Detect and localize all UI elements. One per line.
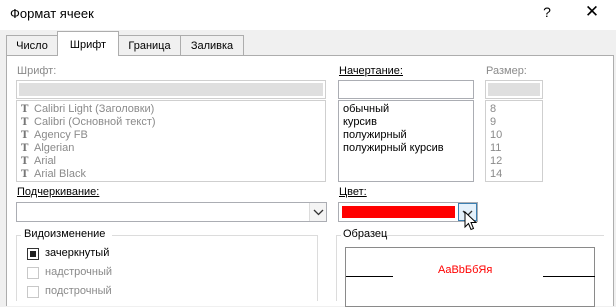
list-item[interactable]: курсив — [339, 116, 473, 129]
subscript-label[interactable]: подстрочный — [45, 285, 112, 297]
help-icon[interactable]: ? — [539, 4, 555, 20]
color-label: Цвет: — [339, 186, 367, 198]
preview-baseline — [346, 276, 393, 277]
style-list[interactable]: обычный курсив полужирный полужирный кур… — [338, 100, 474, 182]
list-item[interactable]: 12 — [486, 155, 542, 168]
color-swatch — [342, 206, 455, 218]
preview-baseline — [543, 276, 595, 277]
font-input[interactable] — [16, 80, 326, 99]
truetype-font-icon: T — [21, 143, 29, 154]
style-label: Начертание: — [339, 65, 403, 77]
indeterminate-mark — [30, 251, 36, 257]
preview-text: AaBbБбЯя — [438, 264, 493, 276]
tab-fill[interactable]: Заливка — [180, 35, 244, 55]
title-bar: Формат ячеек ? ✕ — [0, 0, 616, 30]
mouse-cursor-icon — [464, 211, 478, 231]
tab-border[interactable]: Граница — [118, 35, 181, 55]
effects-group-title: Видоизменение — [24, 228, 106, 240]
list-item[interactable]: 9 — [486, 116, 542, 129]
list-item[interactable]: 14 — [486, 168, 542, 181]
preview-group-border — [382, 235, 604, 236]
list-item[interactable]: 8 — [486, 103, 542, 116]
underline-select[interactable] — [16, 202, 327, 222]
preview-group-title: Образец — [343, 228, 388, 240]
list-item[interactable]: T Calibri Light (Заголовки) — [17, 103, 325, 116]
superscript-checkbox[interactable] — [27, 267, 39, 279]
strikethrough-label[interactable]: зачеркнутый — [45, 247, 109, 259]
effects-group-border — [112, 235, 318, 236]
window-title: Формат ячеек — [10, 6, 94, 21]
close-icon[interactable]: ✕ — [583, 2, 601, 22]
list-item[interactable]: T Algerian — [17, 142, 325, 155]
size-input[interactable] — [485, 80, 543, 99]
dropdown-button[interactable] — [309, 203, 326, 221]
truetype-font-icon: T — [21, 117, 29, 128]
effects-group-border — [317, 235, 318, 301]
color-select[interactable] — [338, 202, 478, 222]
size-list[interactable]: 8 9 10 11 12 14 — [485, 100, 543, 182]
tab-number[interactable]: Число — [6, 35, 58, 55]
truetype-font-icon: T — [21, 169, 29, 180]
preview-box: AaBbБбЯя — [345, 247, 595, 307]
subscript-checkbox[interactable] — [27, 286, 39, 298]
effects-group-border — [16, 235, 17, 301]
preview-group-border — [336, 235, 337, 301]
truetype-font-icon: T — [21, 156, 29, 167]
style-input[interactable] — [338, 80, 474, 99]
font-input-fill — [19, 83, 323, 96]
truetype-font-icon: T — [21, 130, 29, 141]
chevron-down-icon — [313, 209, 324, 216]
size-label: Размер: — [486, 65, 527, 77]
truetype-font-icon: T — [21, 104, 29, 115]
tab-font[interactable]: Шрифт — [57, 31, 119, 56]
list-item[interactable]: 11 — [486, 142, 542, 155]
list-item[interactable]: 10 — [486, 129, 542, 142]
list-item[interactable]: T Arial — [17, 155, 325, 168]
underline-label: Подчеркивание: — [17, 186, 100, 198]
list-item[interactable]: полужирный — [339, 129, 473, 142]
list-item[interactable]: обычный — [339, 103, 473, 116]
list-item[interactable]: T Calibri (Основной текст) — [17, 116, 325, 129]
list-item[interactable]: полужирный курсив — [339, 142, 473, 155]
font-list[interactable]: T Calibri Light (Заголовки) T Calibri (Осн… — [16, 100, 326, 182]
font-label: Шрифт: — [17, 65, 57, 77]
strikethrough-checkbox[interactable] — [27, 248, 39, 260]
list-item[interactable]: T Arial Black — [17, 168, 325, 181]
superscript-label[interactable]: надстрочный — [45, 266, 112, 278]
size-input-fill — [488, 83, 540, 96]
list-item[interactable]: T Agency FB — [17, 129, 325, 142]
